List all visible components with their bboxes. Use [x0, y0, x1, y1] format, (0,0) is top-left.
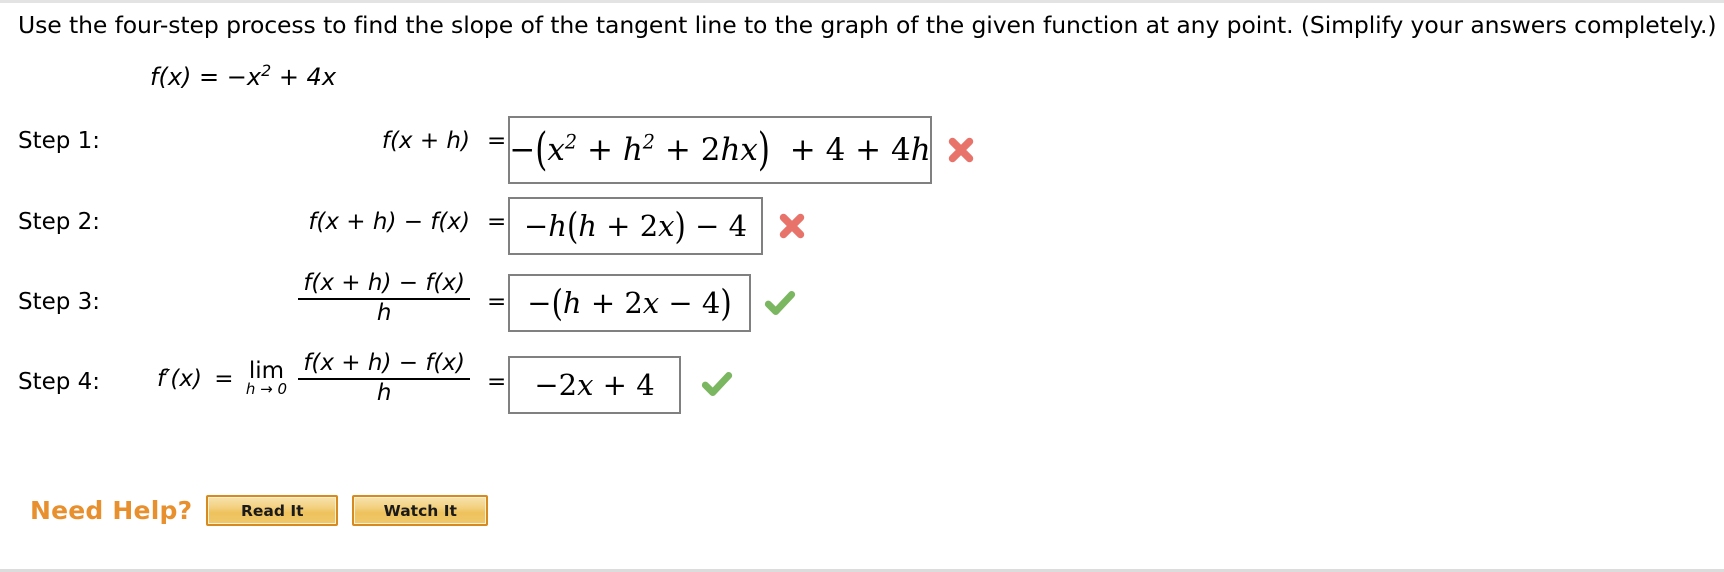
red-x-icon — [944, 133, 978, 167]
step-3-denominator: h — [376, 299, 392, 326]
step-3-answer: −(h + 2x − 4) — [527, 281, 732, 325]
red-x-icon — [775, 209, 809, 243]
step-4-equals: = — [487, 369, 507, 395]
step-3-numerator: f(x + h) − f(x) — [298, 270, 470, 300]
given-function-exponent: 2 — [261, 61, 272, 80]
step-1-label: Step 1: — [18, 128, 101, 154]
given-function-label: f(x) — [150, 63, 192, 91]
step-4-answer-box[interactable]: −2x + 4 — [508, 356, 681, 414]
step-2-answer: −h(h + 2x) − 4 — [523, 204, 748, 248]
step-2-equals: = — [487, 209, 507, 235]
step-4-difference-quotient: f(x + h) − f(x) h — [298, 350, 470, 407]
step-4-numerator: f(x + h) − f(x) — [298, 350, 470, 380]
step-4-limit-subscript: h → 0 — [245, 380, 287, 399]
step-3-expression: f(x + h) − f(x) h — [140, 270, 470, 327]
green-check-icon — [700, 367, 734, 401]
step-4-expression: f′(x) = lim h → 0 f(x + h) − f(x) h — [140, 350, 470, 407]
step-4-limit: lim h → 0 — [246, 360, 287, 397]
step-3-difference-quotient: f(x + h) − f(x) h — [298, 270, 470, 327]
step-4-answer: −2x + 4 — [534, 368, 655, 402]
step-4-denominator: h — [376, 379, 392, 406]
exercise-page: Use the four-step process to find the sl… — [0, 0, 1724, 572]
step-4-derivative-label: f′(x) — [157, 365, 202, 392]
step-2-expression: f(x + h) − f(x) — [308, 209, 470, 235]
step-3-equals: = — [487, 289, 507, 315]
read-it-button[interactable]: Read It — [206, 495, 339, 526]
problem-prompt: Use the four-step process to find the sl… — [18, 11, 1717, 39]
step-2-answer-box[interactable]: −h(h + 2x) − 4 — [508, 197, 763, 255]
step-4-label: Step 4: — [18, 369, 101, 395]
step-2-label: Step 2: — [18, 209, 101, 235]
step-1-expression: f(x + h) — [381, 128, 470, 154]
need-help-label: Need Help? — [30, 496, 193, 525]
given-function-body: −x2 + 4x — [226, 61, 337, 91]
step-1-answer: −(x2 + h2 + 2hx) + 4 + 4h — [509, 123, 931, 177]
step-3-answer-box[interactable]: −(h + 2x − 4) — [508, 274, 751, 332]
given-function: f(x) = −x2 + 4x — [150, 61, 336, 91]
step-1-equals: = — [487, 128, 507, 154]
step-1-answer-box[interactable]: −(x2 + h2 + 2hx) + 4 + 4h — [508, 116, 932, 184]
need-help-row: Need Help? Read It Watch It — [30, 495, 489, 526]
step-3-label: Step 3: — [18, 289, 101, 315]
given-function-equals: = — [199, 63, 220, 91]
green-check-icon — [763, 286, 797, 320]
watch-it-button[interactable]: Watch It — [352, 495, 489, 526]
step-4-prefix-equals: = — [214, 365, 234, 392]
